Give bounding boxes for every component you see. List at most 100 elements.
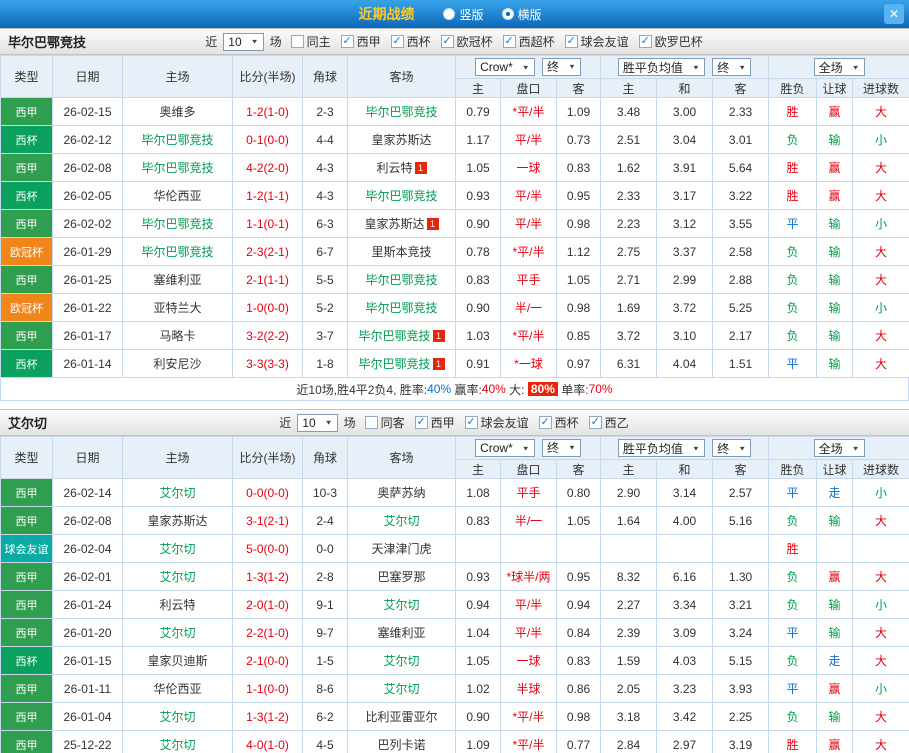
- league-type-cell: 西甲: [0, 478, 53, 507]
- goals-result-cell: 小: [852, 478, 909, 507]
- win-odds-cell: 1.64: [600, 506, 658, 535]
- handicap-result-cell: 输: [816, 321, 854, 350]
- bookmaker-select[interactable]: Crow* ▼: [475, 439, 535, 458]
- lose-odds-cell: 5.64: [712, 153, 770, 182]
- chevron-down-icon: ▼: [691, 63, 700, 71]
- bookmaker-select[interactable]: Crow* ▼: [475, 58, 535, 77]
- date-cell: 26-02-02: [52, 209, 123, 238]
- score-column-header: 比分(半场): [232, 55, 303, 98]
- draw-odds-cell: 3.37: [656, 237, 714, 266]
- league-filter-checkbox[interactable]: ✓ 球会友谊: [464, 414, 529, 431]
- corners-cell: 5-5: [302, 265, 348, 294]
- home-team-cell: 艾尔切: [122, 730, 233, 753]
- draw-odds-cell: 3.14: [656, 478, 714, 507]
- close-button[interactable]: ✕: [884, 4, 904, 24]
- draw-odds-header: 和: [656, 78, 714, 98]
- match-row: 西甲 26-01-17 马略卡 3-2(2-2) 3-7 毕尔巴鄂竞技 1 1.03 *平/半 0…: [0, 321, 909, 350]
- league-filter-checkbox[interactable]: ✓ 西乙: [588, 414, 629, 431]
- handicap-line-cell: 半球: [500, 674, 557, 703]
- checkbox-label: 同客: [380, 416, 405, 430]
- corners-cell: 8-6: [302, 674, 348, 703]
- league-filter-checkbox[interactable]: ✓ 西甲: [414, 414, 455, 431]
- team-name: 巴列卡诺: [377, 738, 426, 752]
- score-cell: 3-3(3-3): [232, 349, 303, 378]
- games-label: 场: [343, 416, 356, 430]
- odds-mean-select[interactable]: 胜平负均值 ▼: [617, 439, 705, 457]
- same-venue-checkbox[interactable]: 同主: [290, 33, 331, 50]
- match-row: 西甲 26-02-15 奥维多 1-2(1-0) 2-3 毕尔巴鄂竞技 0.79 *平/半 1.…: [0, 97, 909, 126]
- league-type-cell: 西杯: [0, 125, 53, 154]
- league-filter-checkbox[interactable]: ✓ 球会友谊: [564, 33, 629, 50]
- home-water-cell: 0.83: [455, 506, 501, 535]
- league-type-cell: 西杯: [0, 349, 53, 378]
- team-name: 天津津门虎: [371, 542, 432, 556]
- stage-select-value: 终: [547, 441, 560, 456]
- radio-vertical-layout[interactable]: 竖版: [443, 6, 484, 23]
- checkbox-label: 西甲: [356, 35, 381, 49]
- lose-odds-cell: 1.51: [712, 349, 770, 378]
- handicap-line-cell: 平/半: [500, 618, 557, 647]
- away-team-cell: 巴塞罗那: [347, 562, 456, 591]
- scope-select[interactable]: 全场 ▼: [813, 58, 865, 76]
- score-column-header: 比分(半场): [232, 436, 303, 479]
- home-water-cell: 0.79: [455, 97, 501, 126]
- same-venue-checkbox[interactable]: 同客: [364, 414, 405, 431]
- red-card-badge: 1: [432, 358, 445, 370]
- lose-odds-cell: 3.22: [712, 181, 770, 210]
- away-team-cell: 天津津门虎: [347, 534, 456, 563]
- home-team-cell: 皇家贝迪斯: [122, 646, 233, 675]
- matches-table-bilbao: 类型 日期 主场 比分(半场) 角球 客场 Crow* ▼ 终 ▼ 胜平负均值 ▼ 终…: [0, 55, 909, 378]
- recent-label: 近: [205, 35, 218, 49]
- summary-segment: 40%: [481, 382, 506, 396]
- score-cell: 3-1(2-1): [232, 506, 303, 535]
- league-filter-checkbox[interactable]: ✓ 西杯: [390, 33, 431, 50]
- odds-mean-select[interactable]: 胜平负均值 ▼: [617, 58, 705, 76]
- radio-horizontal-layout[interactable]: 横版: [501, 6, 542, 23]
- league-filter-checkbox[interactable]: ✓ 欧冠杯: [440, 33, 493, 50]
- home-team-cell: 艾尔切: [122, 562, 233, 591]
- recent-count-select[interactable]: 10 ▼: [223, 32, 264, 51]
- away-water-cell: 0.95: [555, 181, 602, 210]
- scope-select[interactable]: 全场 ▼: [813, 439, 865, 457]
- recent-count-select[interactable]: 10 ▼: [297, 413, 338, 432]
- result-cell: 平: [768, 618, 818, 647]
- result-cell: 平: [768, 674, 818, 703]
- away-team-cell: 皇家苏斯达 1: [347, 209, 456, 238]
- away-team-cell: 艾尔切: [347, 506, 456, 535]
- handicap-line-cell: *球半/两: [500, 562, 557, 591]
- date-column-header: 日期: [52, 436, 123, 479]
- home-team-cell: 华伦西亚: [122, 181, 233, 210]
- league-filter-checkbox[interactable]: ✓ 西超杯: [502, 33, 555, 50]
- lose-odds-cell: 2.58: [712, 237, 770, 266]
- win-odds-cell: 2.39: [600, 618, 658, 647]
- stage-select-value: 终: [717, 441, 730, 456]
- league-filter-checkbox[interactable]: ✓ 西甲: [340, 33, 381, 50]
- date-cell: 26-01-17: [52, 321, 123, 350]
- result-cell: 负: [768, 702, 818, 731]
- league-filter-checkbox[interactable]: ✓ 西杯: [538, 414, 579, 431]
- handicap-result-cell: 赢: [816, 97, 854, 126]
- lose-odds-cell: 2.88: [712, 265, 770, 294]
- date-cell: 26-02-12: [52, 125, 123, 154]
- draw-odds-cell: 3.72: [656, 293, 714, 322]
- home-water-cell: 0.93: [455, 562, 501, 591]
- date-cell: 26-02-08: [52, 153, 123, 182]
- draw-odds-cell: 3.00: [656, 97, 714, 126]
- away-team-cell: 利云特 1: [347, 153, 456, 182]
- league-filter-checkbox[interactable]: ✓ 欧罗巴杯: [638, 33, 703, 50]
- handicap-line-cell: 一球: [500, 153, 557, 182]
- odds-stage-select[interactable]: 终 ▼: [542, 438, 581, 457]
- radio-icon: [443, 8, 456, 20]
- checkbox-label: 西甲: [430, 416, 455, 430]
- handicap-result-cell: 输: [816, 702, 854, 731]
- bookmaker-select-value: Crow*: [480, 441, 513, 456]
- match-row: 西杯 26-01-15 皇家贝迪斯 2-1(0-0) 1-5 艾尔切 1.05 一球 0.83 1…: [0, 646, 909, 675]
- score-cell: 3-2(2-2): [232, 321, 303, 350]
- red-card-badge: 1: [426, 218, 439, 230]
- checkbox-icon: ✓: [638, 35, 652, 48]
- date-cell: 26-02-14: [52, 478, 123, 507]
- europe-stage-select[interactable]: 终 ▼: [712, 58, 752, 76]
- odds-stage-select[interactable]: 终 ▼: [542, 57, 581, 76]
- europe-stage-select[interactable]: 终 ▼: [712, 439, 752, 457]
- home-water-cell: 1.08: [455, 478, 501, 507]
